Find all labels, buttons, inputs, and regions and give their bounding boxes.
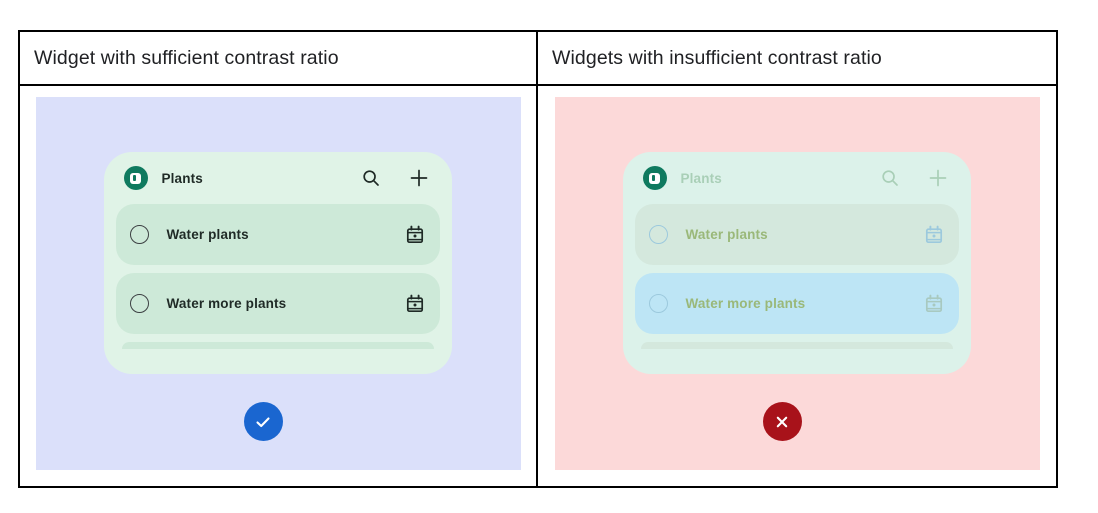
task-label: Water more plants	[685, 296, 806, 311]
plants-widget-insufficient[interactable]: Plants Water plants Water more plants	[622, 152, 971, 374]
status-badge-pass	[243, 402, 283, 441]
close-icon	[776, 416, 788, 427]
cell-insufficient: Plants Water plants Water more plants	[538, 86, 1056, 486]
checkbox-circle-icon[interactable]	[129, 225, 149, 244]
app-logo-icon	[123, 166, 148, 190]
widget-title: Plants	[161, 170, 203, 186]
checkbox-circle-icon[interactable]	[129, 294, 149, 313]
table-header-row: Widget with sufficient contrast ratio Wi…	[20, 32, 1056, 86]
column-header-sufficient: Widget with sufficient contrast ratio	[20, 32, 538, 84]
task-label: Water plants	[685, 227, 768, 242]
task-row[interactable]: Water more plants	[115, 273, 440, 334]
check-icon	[256, 416, 270, 427]
search-icon[interactable]	[879, 167, 901, 189]
search-icon[interactable]	[360, 167, 382, 189]
task-row[interactable]: Water plants	[634, 204, 959, 265]
calendar-icon[interactable]	[405, 294, 425, 314]
panel-sufficient-background: Plants Water plants Water more plants	[35, 97, 521, 470]
task-row-clipped	[121, 342, 434, 349]
task-row[interactable]: Water more plants	[634, 273, 959, 334]
task-row[interactable]: Water plants	[115, 204, 440, 265]
calendar-icon[interactable]	[924, 225, 944, 245]
plus-icon[interactable]	[927, 167, 949, 189]
cell-sufficient: Plants Water plants Water more plants	[20, 86, 538, 486]
widget-app-bar: Plants	[635, 152, 959, 204]
calendar-icon[interactable]	[924, 294, 944, 314]
plants-widget-sufficient[interactable]: Plants Water plants Water more plants	[103, 152, 452, 374]
task-label: Water plants	[166, 227, 249, 242]
widget-app-bar: Plants	[116, 152, 440, 204]
checkbox-circle-icon[interactable]	[648, 225, 668, 244]
task-label: Water more plants	[166, 296, 287, 311]
panel-insufficient-background: Plants Water plants Water more plants	[554, 97, 1040, 470]
table-body-row: Plants Water plants Water more plants Pl…	[20, 86, 1056, 486]
column-header-insufficient: Widgets with insufficient contrast ratio	[552, 46, 882, 69]
task-row-clipped	[640, 342, 953, 349]
app-logo-icon	[642, 166, 667, 190]
plus-icon[interactable]	[408, 167, 430, 189]
calendar-icon[interactable]	[405, 225, 425, 245]
comparison-table: Widget with sufficient contrast ratio Wi…	[18, 30, 1058, 488]
contrast-comparison-figure: Widget with sufficient contrast ratio Wi…	[0, 0, 1098, 513]
status-badge-fail	[762, 402, 802, 441]
checkbox-circle-icon[interactable]	[648, 294, 668, 313]
widget-title: Plants	[680, 170, 722, 186]
